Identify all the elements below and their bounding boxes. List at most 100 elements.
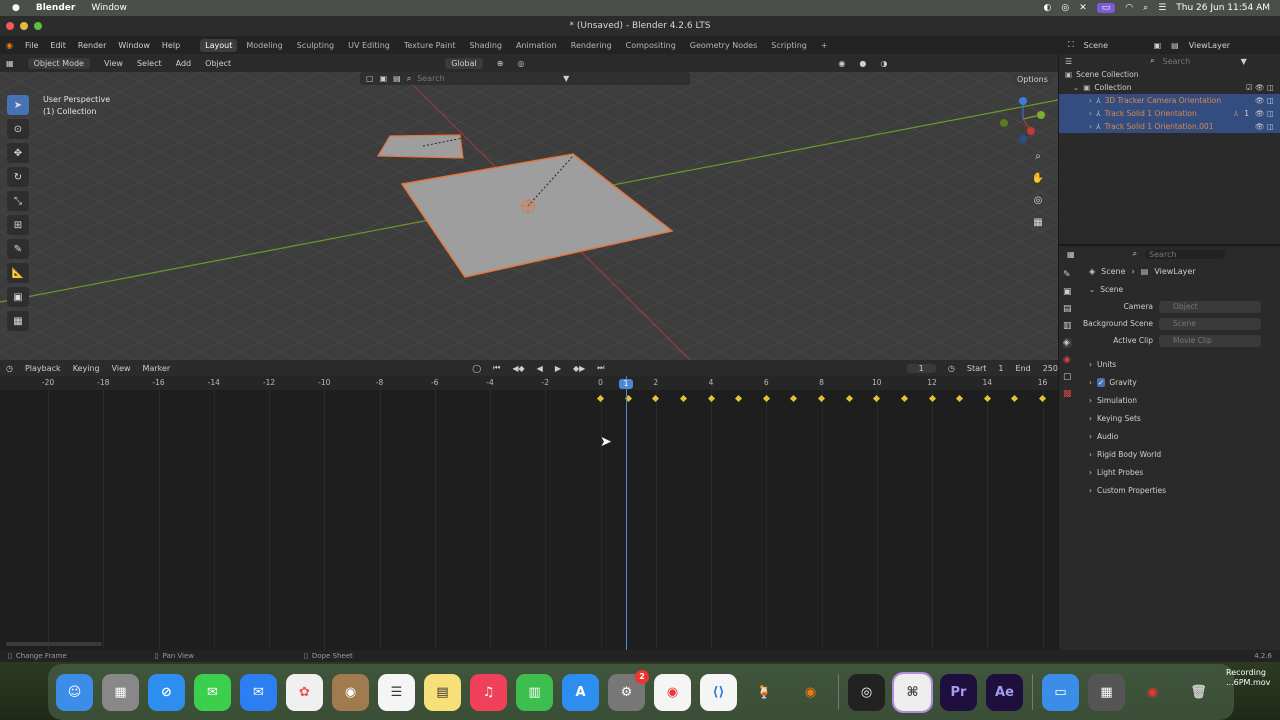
finder-app-icon[interactable]: ☺ xyxy=(56,673,93,711)
snap-icon[interactable]: ⊕ xyxy=(497,59,504,68)
outliner-item[interactable]: › ⅄ Track Solid 1 Orientation.001 👁 ◫ xyxy=(1059,120,1280,133)
section-simulation[interactable]: › Simulation xyxy=(1059,391,1280,409)
visibility-icons[interactable]: ☑ 👁 ◫ xyxy=(1246,83,1280,92)
texture-tab-icon[interactable]: ▩ xyxy=(1063,389,1072,399)
tab-sculpting[interactable]: Sculpting xyxy=(292,39,339,52)
rotate-tool-icon[interactable]: ↻ xyxy=(7,167,29,187)
playhead-line[interactable] xyxy=(626,376,627,650)
vscode-app-icon[interactable]: ⟨⟩ xyxy=(700,673,737,711)
contacts-app-icon[interactable]: ◉ xyxy=(332,673,369,711)
shading-material-icon[interactable]: ◑ xyxy=(880,59,887,68)
tab-animation[interactable]: Animation xyxy=(511,39,562,52)
output-tab-icon[interactable]: ▤ xyxy=(1063,304,1072,314)
filter-icon[interactable]: ▼ xyxy=(1241,57,1247,66)
add-workspace-icon[interactable]: + xyxy=(816,39,833,52)
obs-app-icon[interactable]: ◎ xyxy=(848,673,885,711)
mode-dropdown[interactable]: Object Mode xyxy=(27,57,90,69)
menu-add[interactable]: Add xyxy=(176,59,192,68)
measure-tool-icon[interactable]: 📐 xyxy=(7,263,29,283)
cursor-tool-icon[interactable]: ⊙ xyxy=(7,119,29,139)
photos-app-icon[interactable]: ✿ xyxy=(286,673,323,711)
menu-view[interactable]: View xyxy=(104,59,123,68)
premiere-pro-app-icon[interactable]: Pr xyxy=(940,673,977,711)
current-frame-field[interactable]: 1 xyxy=(906,363,936,373)
tab-compositing[interactable]: Compositing xyxy=(621,39,681,52)
menu-render[interactable]: Render xyxy=(78,41,106,50)
outliner-item[interactable]: › ⅄ Track Solid 1 Orientation ⅄ 1 👁 ◫ xyxy=(1059,107,1280,120)
tab-rendering[interactable]: Rendering xyxy=(566,39,617,52)
grid-perspective-icon[interactable]: ▦ xyxy=(1030,214,1046,230)
section-keying-sets[interactable]: › Keying Sets xyxy=(1059,409,1280,427)
tab-geometry-nodes[interactable]: Geometry Nodes xyxy=(685,39,762,52)
recording-file[interactable]: Recording ...6PM.mov xyxy=(1226,668,1270,688)
keyframe-diamond[interactable] xyxy=(1011,394,1019,403)
tab-layout[interactable]: Layout xyxy=(200,38,238,52)
playback-menu[interactable]: Playback xyxy=(25,364,61,373)
section-rigid-body-world[interactable]: › Rigid Body World xyxy=(1059,445,1280,463)
playhead-frame-label[interactable]: 1 xyxy=(619,379,633,389)
end-field[interactable]: 250 xyxy=(1043,364,1058,373)
camera-field[interactable]: Object xyxy=(1159,300,1261,313)
keyframe-diamond[interactable] xyxy=(707,394,715,403)
clock[interactable]: Thu 26 Jun 11:54 AM xyxy=(1176,3,1270,13)
jump-end-icon[interactable]: ⏭ xyxy=(597,363,604,373)
menu-file[interactable]: File xyxy=(25,41,38,50)
prev-keyframe-icon[interactable]: ◀◆ xyxy=(512,364,524,373)
visibility-icons[interactable]: 👁 ◫ xyxy=(1255,122,1280,131)
frame-ruler[interactable]: -20 -18 -16 -14 -12 -10 -8 -6 -4 -2 0 2 4 6 8 10 12 14 16 xyxy=(0,376,1058,390)
zoom-icon[interactable]: ⌕ xyxy=(1030,148,1046,164)
tab-modeling[interactable]: Modeling xyxy=(241,39,287,52)
keyframe-diamond[interactable] xyxy=(845,394,853,403)
camera-view-icon[interactable]: ◎ xyxy=(1030,192,1046,208)
select-box-icon[interactable]: ▤ xyxy=(393,74,401,83)
keyframe-diamond[interactable] xyxy=(1038,394,1047,403)
collection-tab-icon[interactable]: ▢ xyxy=(1063,372,1072,382)
search-icon[interactable]: ⌕ xyxy=(1143,3,1148,13)
world-tab-icon[interactable]: ◉ xyxy=(1063,355,1072,365)
apple-icon[interactable]: ● xyxy=(12,3,20,13)
chevron-right-icon[interactable]: › xyxy=(1089,122,1092,131)
after-effects-app-icon[interactable]: Ae xyxy=(986,673,1023,711)
section-units[interactable]: › Units xyxy=(1059,355,1280,373)
shading-solid-icon[interactable]: ● xyxy=(859,59,866,68)
play-reverse-icon[interactable]: ◀ xyxy=(537,364,543,373)
menu-edit[interactable]: Edit xyxy=(50,41,66,50)
keyframe-diamond[interactable] xyxy=(679,394,687,403)
viewlayer-tab-icon[interactable]: ▥ xyxy=(1063,321,1072,331)
menu-select[interactable]: Select xyxy=(137,59,162,68)
select-tool-icon[interactable]: ➤ xyxy=(7,95,29,115)
outliner-item[interactable]: › ⅄ 3D Tracker Camera Orientation 👁 ◫ xyxy=(1059,94,1280,107)
active-clip-field[interactable]: Movie Clip xyxy=(1159,334,1261,347)
options-button[interactable]: Options xyxy=(1012,74,1053,85)
mac-window-menu[interactable]: Window xyxy=(91,3,127,13)
status-icon[interactable]: ◐ xyxy=(1044,3,1052,13)
mail-app-icon[interactable]: ✉ xyxy=(240,673,277,711)
outliner-root[interactable]: ▣ Scene Collection xyxy=(1059,68,1280,81)
start-field[interactable]: 1 xyxy=(998,364,1003,373)
keyframe-diamond[interactable] xyxy=(900,394,908,403)
chrome-app-icon[interactable]: ◉ xyxy=(654,673,691,711)
move-tool-icon[interactable]: ✥ xyxy=(7,143,29,163)
chrome-window-icon[interactable]: ◉ xyxy=(1134,674,1171,711)
scene-field[interactable]: Scene xyxy=(1084,41,1144,50)
scale-tool-icon[interactable]: ⤡ xyxy=(7,191,29,211)
orientation-dropdown[interactable]: Global xyxy=(445,57,483,69)
marker-menu[interactable]: Marker xyxy=(143,364,171,373)
keyframe-diamond[interactable] xyxy=(596,394,605,403)
copy-icon[interactable]: ▣ xyxy=(1154,41,1162,50)
app-store-icon[interactable]: A xyxy=(562,673,599,711)
keyframe-diamond[interactable] xyxy=(956,394,964,403)
wifi-icon[interactable]: ◠ xyxy=(1125,3,1133,13)
status-icon[interactable]: ◎ xyxy=(1061,3,1069,13)
messages-app-icon[interactable]: ✉ xyxy=(194,673,231,711)
keying-menu[interactable]: Keying xyxy=(73,364,100,373)
annotate-tool-icon[interactable]: ✎ xyxy=(7,239,29,259)
chevron-right-icon[interactable]: › xyxy=(1089,109,1092,118)
section-scene[interactable]: ⌄ Scene xyxy=(1059,280,1280,298)
visibility-icons[interactable]: 👁 ◫ xyxy=(1255,96,1280,105)
overlay-icon[interactable]: ◉ xyxy=(838,59,845,68)
select-box-icon[interactable]: ▣ xyxy=(380,74,388,83)
tab-scripting[interactable]: Scripting xyxy=(766,39,812,52)
proportional-icon[interactable]: ◎ xyxy=(517,59,524,68)
render-tab-icon[interactable]: ▣ xyxy=(1063,287,1072,297)
